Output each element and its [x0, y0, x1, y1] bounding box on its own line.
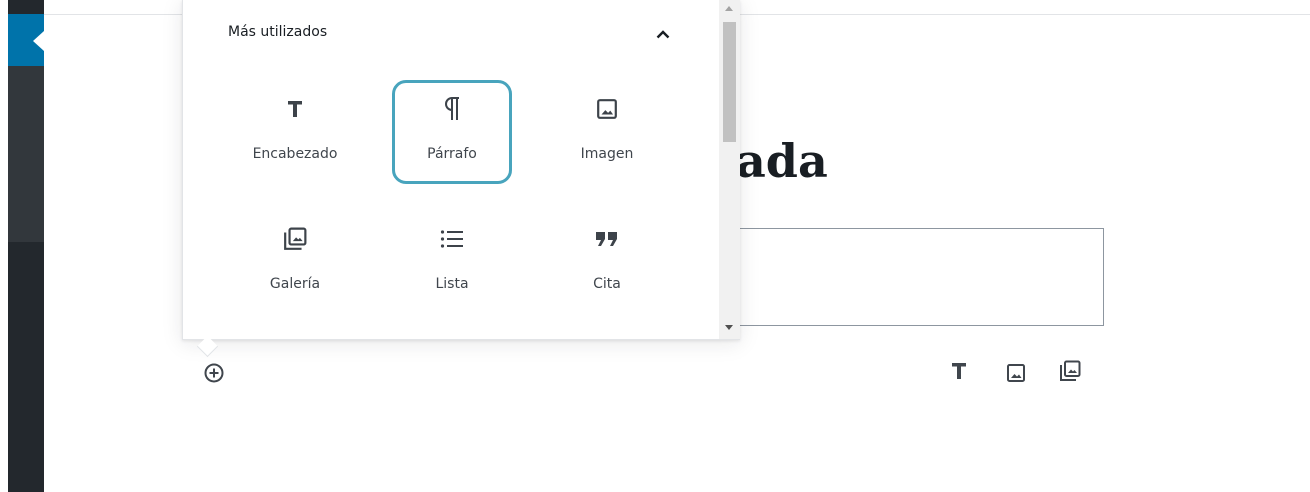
chevron-up-icon	[656, 30, 670, 39]
block-item-list[interactable]: Lista	[392, 210, 512, 314]
block-item-label: Galería	[269, 276, 321, 292]
block-item-label: Párrafo	[427, 146, 477, 162]
add-block-button[interactable]	[201, 360, 227, 386]
empty-paragraph-block[interactable]	[736, 228, 1104, 326]
block-inserter-popover: Más utilizados Encabezado Párrafo Imagen…	[182, 0, 740, 340]
block-item-label: Imagen	[580, 146, 634, 162]
block-item-image[interactable]: Imagen	[547, 80, 667, 184]
plus-circle-icon	[204, 363, 224, 383]
paragraph-icon	[443, 94, 461, 124]
block-item-gallery[interactable]: Galería	[235, 210, 355, 314]
admin-menu-active-item[interactable]	[8, 14, 44, 66]
block-item-paragraph[interactable]: Párrafo	[392, 80, 512, 184]
list-icon	[440, 224, 464, 254]
post-title[interactable]: ada	[736, 124, 828, 198]
window-edge	[0, 0, 8, 492]
add-heading-button[interactable]	[944, 356, 974, 386]
image-icon	[1007, 364, 1025, 382]
block-item-label: Lista	[435, 276, 469, 292]
add-gallery-button[interactable]	[1055, 356, 1085, 386]
inserter-scrollbar[interactable]	[719, 0, 740, 339]
add-image-button[interactable]	[1001, 358, 1031, 388]
scroll-down-arrow-icon[interactable]	[725, 325, 733, 330]
admin-sidebar	[8, 0, 44, 492]
admin-submenu-area	[8, 66, 44, 242]
gallery-icon	[283, 224, 307, 254]
block-item-label: Cita	[593, 276, 621, 292]
gallery-icon	[1060, 360, 1081, 381]
panel-title: Más utilizados	[228, 24, 328, 40]
panel-header: Más utilizados	[183, 0, 719, 70]
heading-icon	[952, 363, 966, 379]
image-icon	[596, 94, 618, 124]
block-item-heading[interactable]: Encabezado	[235, 80, 355, 184]
heading-icon	[287, 94, 303, 124]
quote-icon	[595, 224, 619, 254]
block-item-label: Encabezado	[252, 146, 338, 162]
scroll-up-arrow-icon[interactable]	[725, 6, 733, 11]
block-item-quote[interactable]: Cita	[547, 210, 667, 314]
scrollbar-thumb[interactable]	[723, 22, 736, 142]
collapse-panel-button[interactable]	[651, 22, 675, 46]
menu-pointer-icon	[33, 31, 44, 51]
